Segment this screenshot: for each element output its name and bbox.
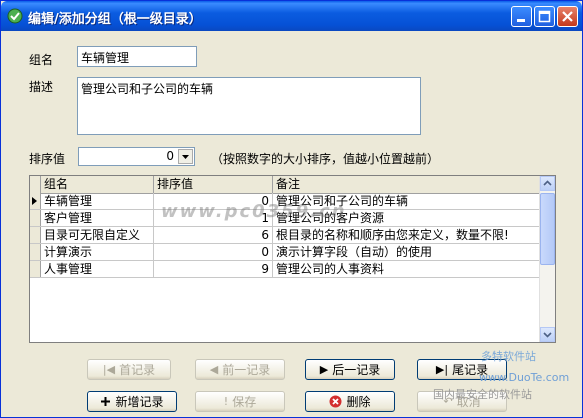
row-selector[interactable] [30,210,41,226]
previous-record-label: 前一记录 [222,363,271,377]
add-record-button[interactable]: 新增记录 [87,391,177,412]
dropdown-button[interactable] [178,149,193,164]
scroll-down-button[interactable] [540,327,555,342]
dialog-window: 编辑/添加分组（根一级目录） 组名 车辆管理 描述 管理公司和子公司的车辆 排序… [0,0,583,418]
close-icon [562,11,573,22]
maximize-icon [538,10,551,23]
table-row[interactable]: 计算演示 0 演示计算字段（自动）的使用 [30,244,541,261]
minimize-button[interactable] [511,6,532,27]
column-header-note[interactable]: 备注 [273,176,541,193]
cell-name[interactable]: 客户管理 [41,210,154,226]
cell-note[interactable]: 管理公司的人事资料 [273,261,541,277]
delete-label: 删除 [346,395,371,409]
grid-corner [30,176,41,193]
cell-name[interactable]: 人事管理 [41,261,154,277]
sort-label: 排序值 [29,152,66,166]
table-row[interactable]: 目录可无限自定义 6 根目录的名称和顺序由您来定义，数量不限! [30,227,541,244]
group-name-label: 组名 [29,53,54,67]
first-record-icon: |◀ [102,363,116,376]
site-slogan-watermark: 国内最安全的软件站 [433,388,532,401]
minimize-icon [517,19,525,22]
site-watermark: 多特软件站 [481,350,536,363]
app-icon [7,8,23,24]
cell-name[interactable]: 计算演示 [41,244,154,260]
group-name-input[interactable]: 车辆管理 [77,46,197,67]
save-icon: ! [223,395,229,408]
previous-record-icon: ◀ [209,363,219,376]
previous-record-button[interactable]: ◀ 前一记录 [195,359,285,380]
cell-name[interactable]: 目录可无限自定义 [41,227,154,243]
title-bar[interactable]: 编辑/添加分组（根一级目录） [1,1,582,31]
cell-sort[interactable]: 6 [154,227,273,243]
cell-note[interactable]: 演示计算字段（自动）的使用 [273,244,541,260]
save-button[interactable]: ! 保存 [195,391,285,412]
first-record-button[interactable]: |◀ 首记录 [87,359,171,380]
delete-icon [329,395,342,408]
site-url-watermark: www.DuoTe.com [479,371,570,384]
chevron-down-icon [543,332,552,338]
chevron-up-icon [543,180,552,186]
next-record-icon: ▶ [319,363,329,376]
current-row-indicator-icon[interactable] [30,193,41,209]
cell-sort[interactable]: 0 [154,244,273,260]
description-textarea[interactable]: 管理公司和子公司的车辆 [77,77,421,135]
description-label: 描述 [29,80,54,94]
cell-sort[interactable]: 9 [154,261,273,277]
table-row[interactable]: 人事管理 9 管理公司的人事资料 [30,261,541,278]
maximize-button[interactable] [534,6,555,27]
close-button[interactable] [557,6,578,27]
add-record-label: 新增记录 [115,395,164,409]
sort-hint: （按照数字的大小排序，值越小位置越前） [211,152,440,166]
sort-value-select[interactable]: 0 [78,147,195,166]
cell-name[interactable]: 车辆管理 [41,193,154,209]
scroll-up-button[interactable] [540,176,555,191]
row-selector[interactable] [30,244,41,260]
plus-icon [101,397,111,406]
window-title: 编辑/添加分组（根一级目录） [28,12,202,27]
row-selector[interactable] [30,261,41,277]
column-header-sort[interactable]: 排序值 [154,176,273,193]
column-header-name[interactable]: 组名 [41,176,154,193]
last-record-icon: ▶| [435,363,449,376]
next-record-label: 后一记录 [332,363,381,377]
cell-note[interactable]: 根目录的名称和顺序由您来定义，数量不限! [273,227,541,243]
grid-header: 组名 排序值 备注 [30,176,541,194]
chevron-down-icon [182,155,189,159]
scroll-thumb[interactable] [540,193,555,265]
vertical-scrollbar[interactable] [539,176,555,342]
delete-button[interactable]: 删除 [305,391,395,412]
next-record-button[interactable]: ▶ 后一记录 [305,359,395,380]
first-record-label: 首记录 [119,363,156,377]
center-watermark: www.pc0359.cn [161,201,347,222]
sort-value: 0 [166,149,174,163]
row-selector[interactable] [30,227,41,243]
save-label: 保存 [232,395,257,409]
